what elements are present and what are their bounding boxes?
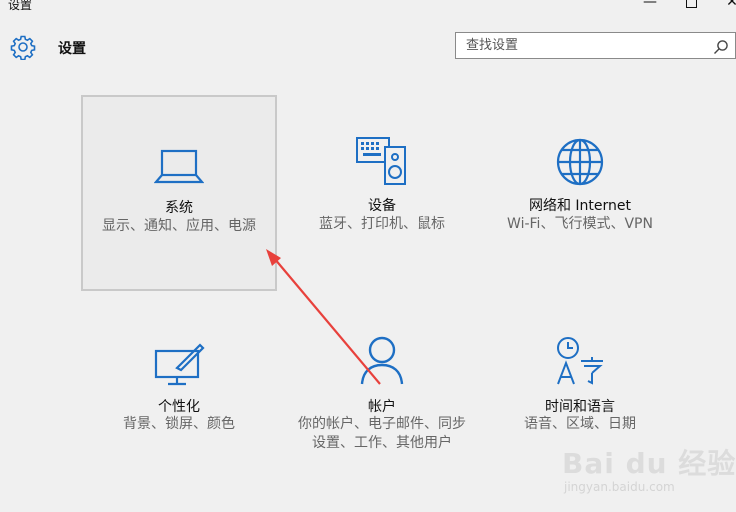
- title-bar: 设置 — ✕: [0, 0, 736, 14]
- gear-icon: [10, 35, 36, 60]
- minimize-button[interactable]: —: [630, 0, 670, 10]
- tile-label: 网络和 Internet: [528, 198, 632, 214]
- watermark-logo: Bai du 经验: [562, 447, 736, 480]
- globe-icon: [556, 138, 604, 186]
- tile-description: 你的帐户、电子邮件、同步设置、工作、其他用户: [298, 416, 466, 451]
- maximize-button[interactable]: [671, 0, 711, 12]
- personalization-icon: [154, 343, 205, 386]
- time-language-icon: [557, 337, 603, 385]
- person-icon: [360, 336, 404, 385]
- close-button[interactable]: ✕: [712, 0, 736, 10]
- tile-description: Wi-Fi、飞行模式、VPN: [507, 216, 653, 232]
- tile-label: 时间和语言: [545, 399, 615, 415]
- tile-label: 帐户: [368, 399, 396, 415]
- tile-description: 语音、区域、日期: [524, 416, 636, 432]
- window-title: 设置: [8, 0, 33, 12]
- maximize-icon: [685, 0, 697, 8]
- settings-header: 设置: [0, 30, 736, 64]
- tile-accounts[interactable]: 帐户 你的帐户、电子邮件、同步设置、工作、其他用户: [284, 295, 480, 491]
- search-input[interactable]: [456, 33, 706, 58]
- tile-devices[interactable]: 设备 蓝牙、打印机、鼠标: [284, 95, 480, 291]
- tile-label: 系统: [165, 200, 193, 216]
- laptop-icon: [154, 149, 204, 184]
- page-title: 设置: [58, 41, 86, 57]
- search-box[interactable]: [455, 32, 736, 59]
- tile-label: 个性化: [158, 399, 200, 415]
- tile-description: 蓝牙、打印机、鼠标: [319, 216, 445, 232]
- tile-system[interactable]: 系统 显示、通知、应用、电源: [81, 95, 277, 291]
- tile-description: 显示、通知、应用、电源: [102, 218, 256, 234]
- tile-network[interactable]: 网络和 Internet Wi-Fi、飞行模式、VPN: [482, 95, 678, 291]
- watermark-url: jingyan.baidu.com: [564, 480, 675, 494]
- search-icon[interactable]: [713, 39, 729, 55]
- watermark: Bai du 经验 jingyan.baidu.com: [560, 442, 735, 502]
- tile-description: 背景、锁屏、颜色: [123, 416, 235, 432]
- tile-personalization[interactable]: 个性化 背景、锁屏、颜色: [81, 295, 277, 491]
- devices-icon: [356, 137, 406, 185]
- tile-label: 设备: [368, 198, 396, 214]
